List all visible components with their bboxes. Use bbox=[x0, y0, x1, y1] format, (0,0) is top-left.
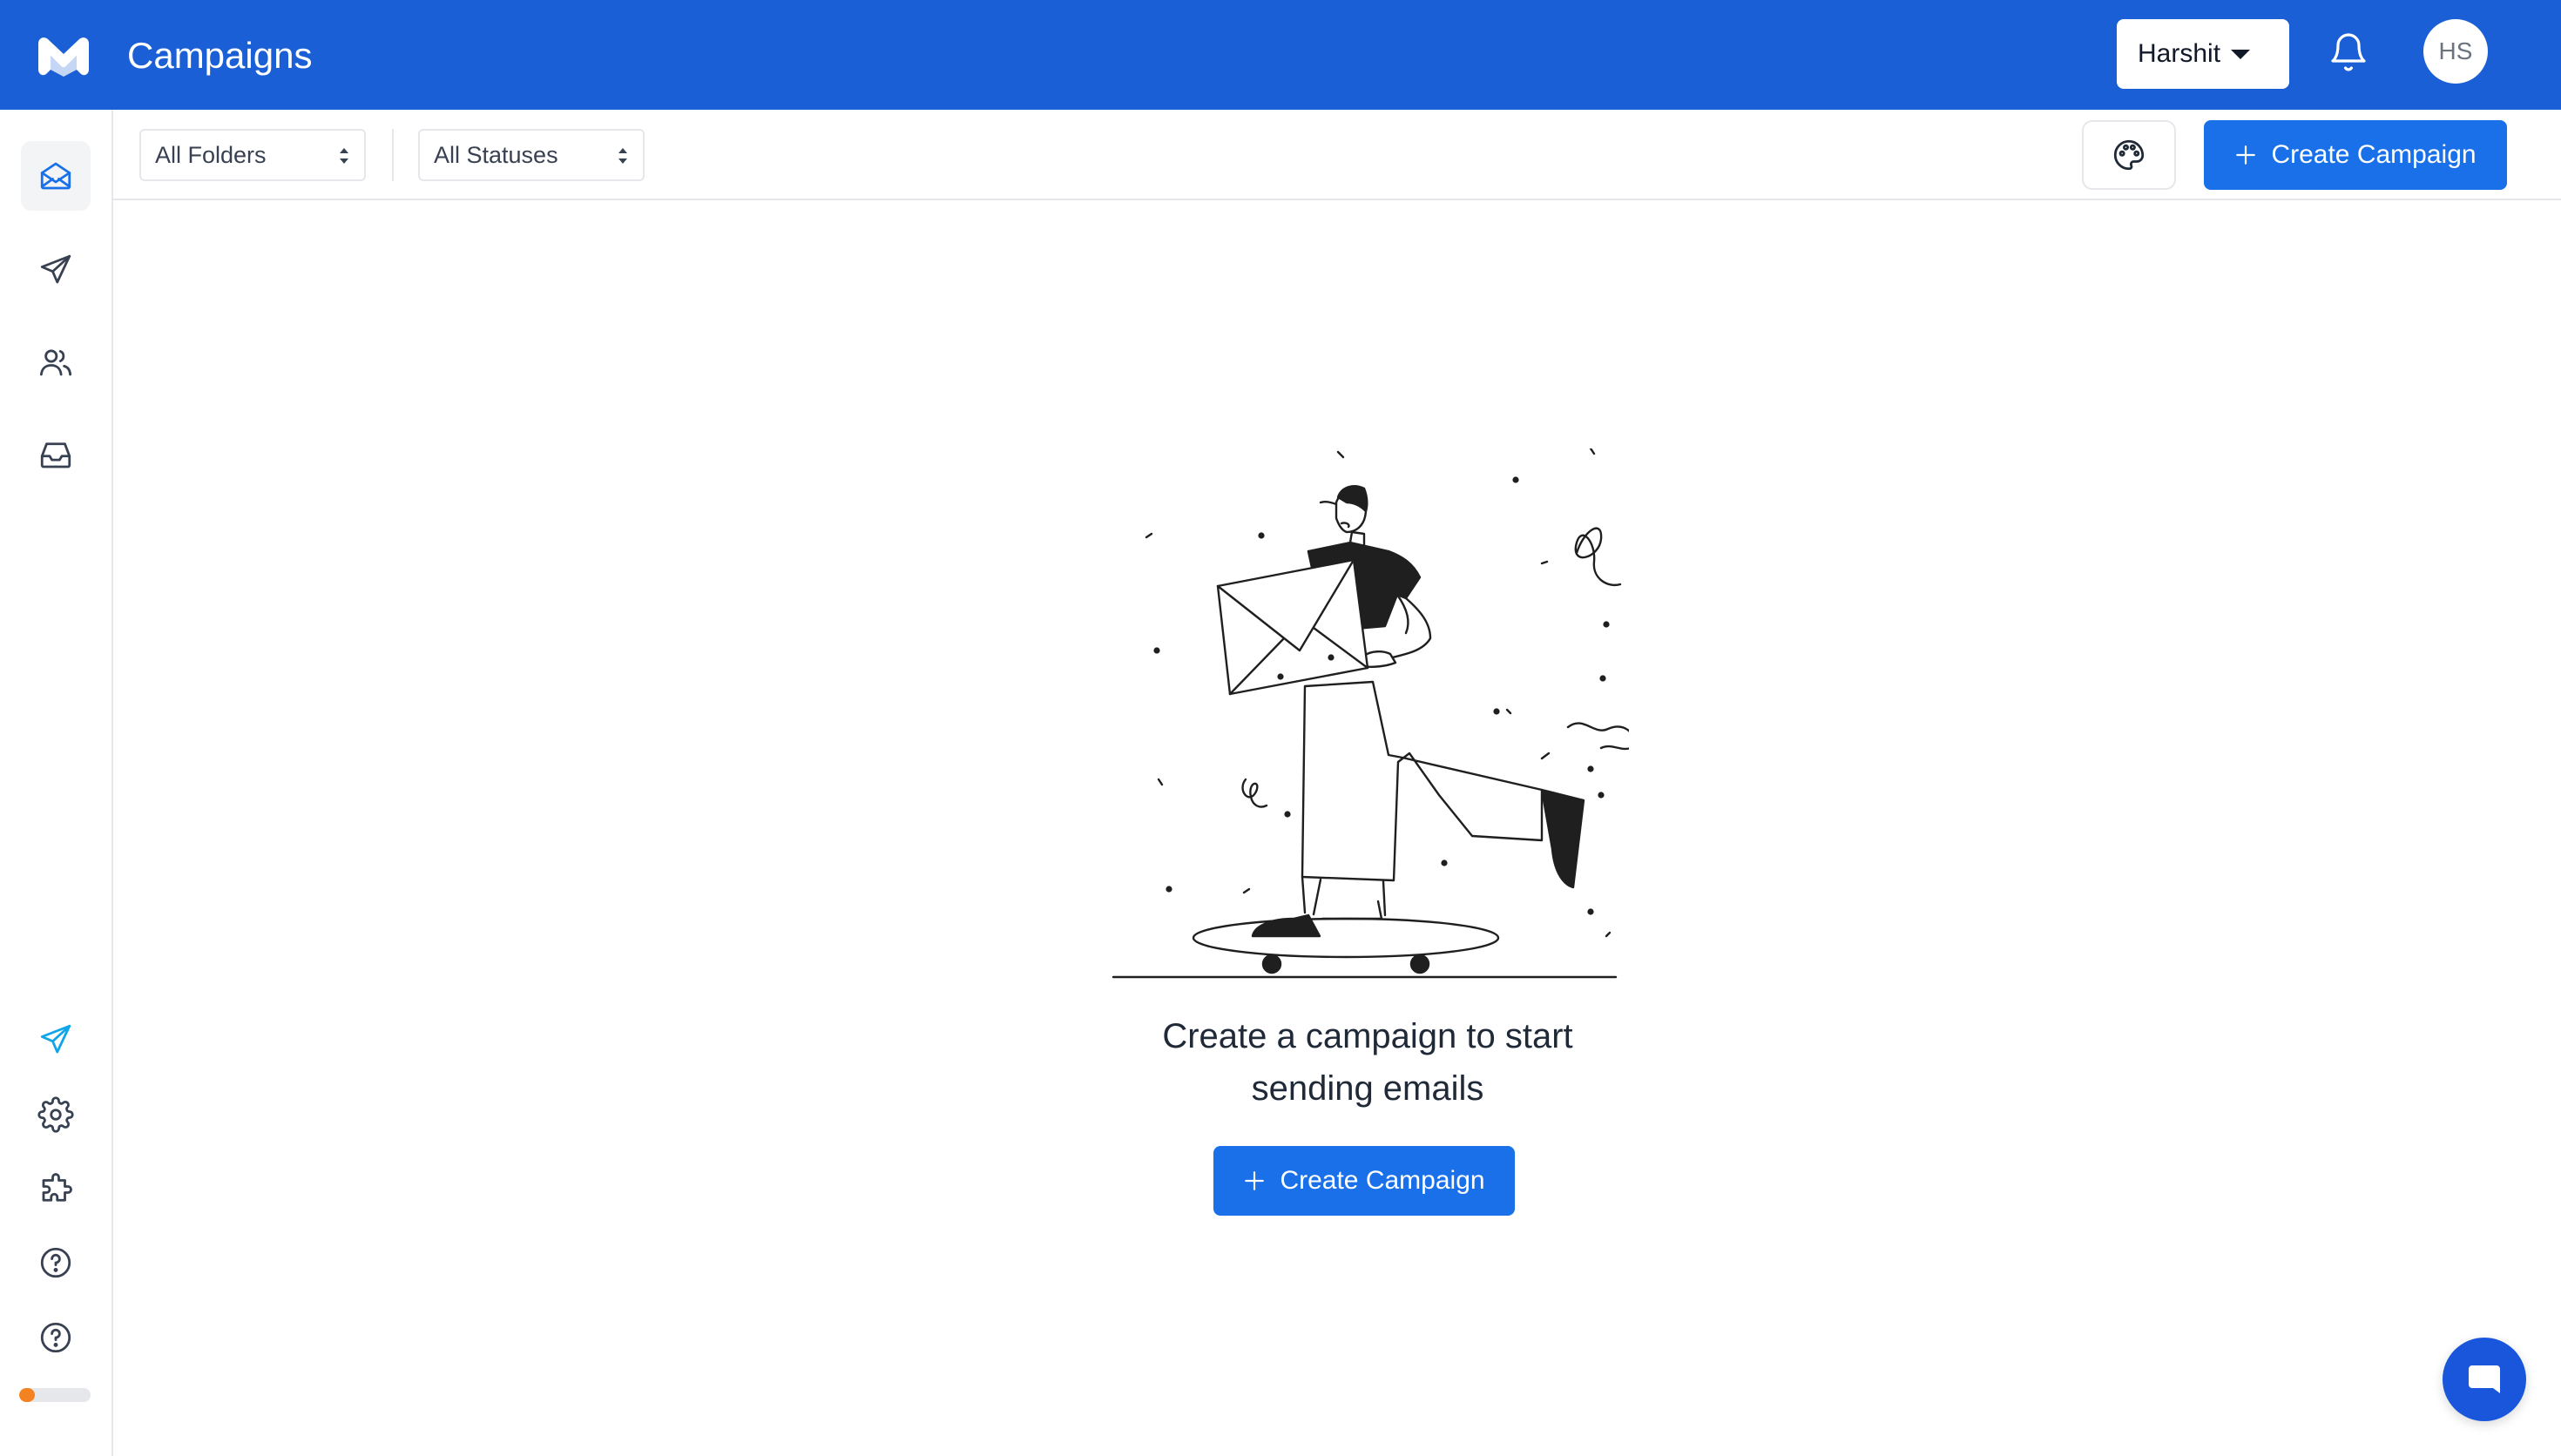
chat-bubble-icon bbox=[2469, 1365, 2500, 1393]
gear-icon bbox=[37, 1096, 74, 1133]
avatar-initials: HS bbox=[2438, 37, 2473, 64]
app-logo-icon[interactable] bbox=[35, 31, 92, 80]
folder-filter-value: All Folders bbox=[155, 141, 267, 168]
paper-plane-icon bbox=[40, 254, 71, 284]
puzzle-icon bbox=[42, 1173, 72, 1202]
create-campaign-button[interactable]: Create Campaign bbox=[2204, 120, 2507, 190]
plus-icon bbox=[2236, 145, 2256, 165]
empty-state-create-label: Create Campaign bbox=[1280, 1166, 1485, 1195]
usage-progress-bar bbox=[19, 1388, 91, 1402]
question-circle-icon bbox=[40, 1322, 71, 1353]
workspace-dropdown[interactable]: Harshit bbox=[2117, 19, 2289, 89]
avatar[interactable]: HS bbox=[2423, 19, 2488, 84]
sidebar bbox=[0, 110, 113, 1456]
create-campaign-label: Create Campaign bbox=[2271, 140, 2477, 169]
palette-icon bbox=[2113, 139, 2145, 171]
question-circle-icon bbox=[40, 1247, 71, 1278]
sidebar-item-contacts[interactable] bbox=[21, 327, 91, 397]
usage-progress-fill bbox=[19, 1388, 36, 1402]
select-arrows-icon bbox=[340, 148, 348, 164]
toolbar: All Folders All Statuses Create Campaign bbox=[113, 110, 2561, 200]
chat-launcher-button[interactable] bbox=[2443, 1338, 2526, 1421]
inbox-icon bbox=[40, 442, 71, 468]
workspace-name: Harshit bbox=[2138, 39, 2221, 68]
theme-palette-button[interactable] bbox=[2082, 120, 2176, 190]
empty-state-message: Create a campaign to start sending email… bbox=[1162, 1017, 1573, 1108]
empty-state-illustration bbox=[1112, 448, 1629, 979]
toolbar-divider bbox=[392, 129, 394, 181]
caret-down-icon bbox=[2231, 49, 2251, 59]
sidebar-item-send-highlight[interactable] bbox=[21, 1005, 91, 1075]
mail-open-icon bbox=[40, 162, 71, 190]
sidebar-item-settings[interactable] bbox=[21, 1080, 91, 1149]
page-title: Campaigns bbox=[127, 35, 313, 76]
empty-state-create-campaign-button[interactable]: Create Campaign bbox=[1213, 1146, 1515, 1216]
sidebar-item-inbox[interactable] bbox=[21, 420, 91, 489]
bell-icon[interactable] bbox=[2328, 31, 2369, 73]
sidebar-item-campaigns[interactable] bbox=[21, 141, 91, 211]
folder-filter-select[interactable]: All Folders bbox=[139, 129, 366, 181]
status-filter-value: All Statuses bbox=[434, 141, 558, 168]
paper-plane-icon bbox=[40, 1024, 71, 1054]
sidebar-item-help[interactable] bbox=[21, 1228, 91, 1298]
users-icon bbox=[39, 349, 72, 376]
sidebar-item-send[interactable] bbox=[21, 235, 91, 305]
plus-icon bbox=[1245, 1171, 1265, 1190]
sidebar-item-support[interactable] bbox=[21, 1303, 91, 1372]
top-bar: Campaigns Harshit HS bbox=[0, 0, 2561, 110]
select-arrows-icon bbox=[618, 148, 627, 164]
sidebar-item-integrations[interactable] bbox=[21, 1155, 91, 1224]
status-filter-select[interactable]: All Statuses bbox=[418, 129, 645, 181]
